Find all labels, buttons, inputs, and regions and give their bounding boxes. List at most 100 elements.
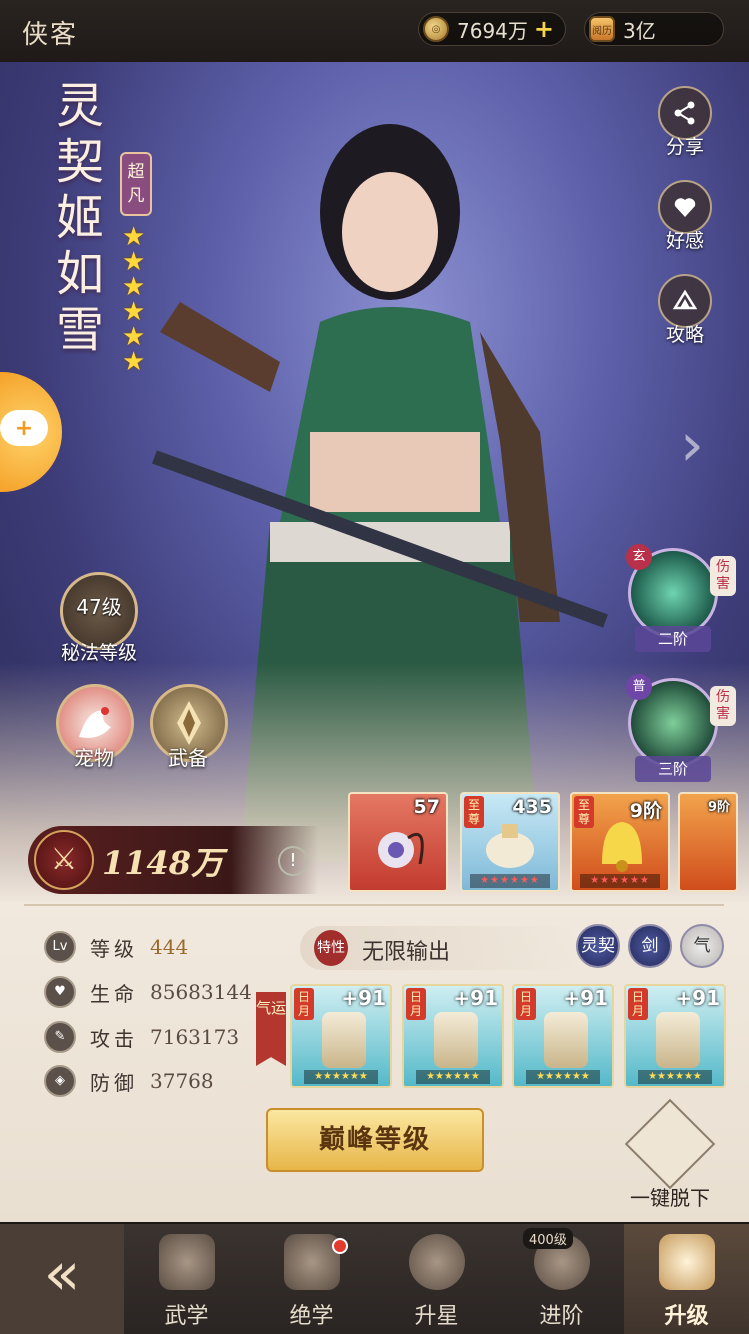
bracer-icon <box>544 1012 588 1068</box>
weapon-icon <box>322 1012 366 1068</box>
treasure-count: 435 <box>512 796 552 818</box>
skill-2-tag: 伤害 <box>710 686 736 726</box>
treasure-count: 9阶 <box>629 800 662 822</box>
nav-martial-arts[interactable]: 武学 <box>124 1224 249 1334</box>
share-button[interactable]: 分享 <box>658 86 712 159</box>
stat-value: 85683144 <box>150 980 252 1004</box>
treasure-slot[interactable]: 至尊 435 ★★★★★★ <box>460 792 560 892</box>
treasure-slot[interactable]: 57 <box>348 792 448 892</box>
gear-slot[interactable]: 日月 +91 ★★★★★★ <box>402 984 504 1088</box>
school-qi[interactable]: 气 <box>680 924 724 968</box>
experience-icon: 阅历 <box>589 16 615 42</box>
scroll-icon <box>283 1234 340 1290</box>
supreme-tag: 至尊 <box>464 796 484 828</box>
stat-attack: ✎ 攻击 7163173 <box>44 1020 239 1054</box>
gear-stars: ★★★★★★ <box>638 1070 712 1084</box>
top-bar: 侠客 ◎ 7694万 + 阅历 3亿 <box>0 0 749 62</box>
gear-tag: 日月 <box>628 988 648 1020</box>
treasure-count: 9阶 <box>707 800 730 815</box>
nav-ultimate[interactable]: 绝学 <box>249 1224 374 1334</box>
unequip-icon <box>624 1098 716 1190</box>
level-icon: Lv <box>44 931 76 963</box>
gear-enhance: +91 <box>453 986 498 1010</box>
peak-level-button[interactable]: 巅峰等级 <box>266 1108 484 1172</box>
nav-level-up[interactable]: 升级 <box>624 1224 749 1334</box>
cloud-plus-icon: + <box>0 410 48 446</box>
trait-badge: 特性 <box>314 930 348 966</box>
gear-tag: 日月 <box>294 988 314 1020</box>
treasure-count: 57 <box>413 796 440 818</box>
pet-label: 宠物 <box>74 746 114 770</box>
notification-dot <box>332 1238 348 1254</box>
gear-slot[interactable]: 日月 +91 ★★★★★★ <box>624 984 726 1088</box>
advance-level-badge: 400级 <box>523 1228 573 1249</box>
stat-hp: ♥ 生命 85683144 <box>44 975 252 1009</box>
share-label: 分享 <box>665 136 704 158</box>
gear-enhance: +91 <box>675 986 720 1010</box>
shield-icon: ◈ <box>44 1065 76 1097</box>
heart-icon: ♥ <box>44 976 76 1008</box>
treasure-slot[interactable]: 至尊 9阶 ★★★★★★ <box>570 792 670 892</box>
school-sword[interactable]: 剑 <box>628 924 672 968</box>
stat-label: 攻击 <box>90 1026 138 1051</box>
gold-display[interactable]: 阅历 3亿 <box>584 12 724 46</box>
combat-power: ⚔ 1148万 ! <box>28 826 318 894</box>
rarity-badge: 超凡 <box>120 152 152 216</box>
add-coins-button[interactable]: + <box>534 15 554 43</box>
gear-stars: ★★★★★★ <box>526 1070 600 1084</box>
nav-label: 进阶 <box>539 1304 584 1329</box>
affection-button[interactable]: 好感 <box>658 180 712 253</box>
gear-stars: ★★★★★★ <box>304 1070 378 1084</box>
crossed-swords-icon: ⚔ <box>34 830 94 890</box>
luck-tag: 气运 <box>256 992 286 1066</box>
secret-level-value: 47级 <box>76 595 122 619</box>
armor-icon <box>434 1012 478 1068</box>
divider <box>24 904 724 906</box>
coins-display[interactable]: ◎ 7694万 + <box>418 12 566 46</box>
stat-label: 生命 <box>90 981 138 1006</box>
supreme-tag: 至尊 <box>574 796 594 828</box>
stat-value: 7163173 <box>150 1025 240 1049</box>
skill-1-tag: 伤害 <box>710 556 736 596</box>
wings-icon <box>658 1234 715 1290</box>
back-button[interactable]: « <box>0 1224 124 1334</box>
trait-bar[interactable]: 特性 无限输出 <box>300 926 580 970</box>
treasure-slot[interactable]: 9阶 <box>678 792 738 892</box>
next-character-arrow[interactable]: › <box>680 410 704 480</box>
skill-2-tier: 三阶 <box>635 756 711 782</box>
gear-enhance: +91 <box>563 986 608 1010</box>
star-up-icon <box>408 1234 465 1290</box>
gear-slot[interactable]: 日月 +91 ★★★★★★ <box>512 984 614 1088</box>
secret-level-label: 秘法等级 <box>60 642 137 664</box>
treasure-stars: ★★★★★★ <box>470 874 550 888</box>
star-rating: ★ ★ ★ ★ ★ ★ <box>122 224 150 377</box>
gear-tag: 日月 <box>516 988 536 1020</box>
guide-label: 攻略 <box>665 324 704 346</box>
character-name: 灵契姬如雪 <box>56 78 105 358</box>
nav-label: 绝学 <box>289 1304 334 1329</box>
stat-defense: ◈ 防御 37768 <box>44 1064 214 1098</box>
stat-label: 等级 <box>90 936 138 961</box>
gear-tag: 日月 <box>406 988 426 1020</box>
stat-value: 37768 <box>150 1069 214 1093</box>
boots-icon <box>656 1012 700 1068</box>
attack-icon: ✎ <box>44 1021 76 1053</box>
coins-value: 7694万 <box>457 18 528 43</box>
power-info-button[interactable]: ! <box>278 846 308 876</box>
coin-icon: ◎ <box>423 16 449 42</box>
stat-level: Lv 等级 444 <box>44 930 188 964</box>
page-title: 侠客 <box>22 20 79 50</box>
unequip-all-button[interactable]: 一键脱下 <box>620 1098 720 1211</box>
martial-arts-icon <box>158 1234 215 1290</box>
gear-stars: ★★★★★★ <box>416 1070 490 1084</box>
stat-label: 防御 <box>90 1070 138 1095</box>
nav-label: 升星 <box>414 1304 459 1329</box>
nav-advance[interactable]: 400级 进阶 <box>499 1224 624 1334</box>
school-lingqi[interactable]: 灵契 <box>576 924 620 968</box>
stat-value: 444 <box>150 935 189 959</box>
nav-star-up[interactable]: 升星 <box>374 1224 499 1334</box>
guide-button[interactable]: 攻略 <box>658 274 712 347</box>
star-icon: ★ <box>122 347 146 377</box>
gear-slot[interactable]: 日月 +91 ★★★★★★ <box>290 984 392 1088</box>
treasure-stars: ★★★★★★ <box>580 874 660 888</box>
